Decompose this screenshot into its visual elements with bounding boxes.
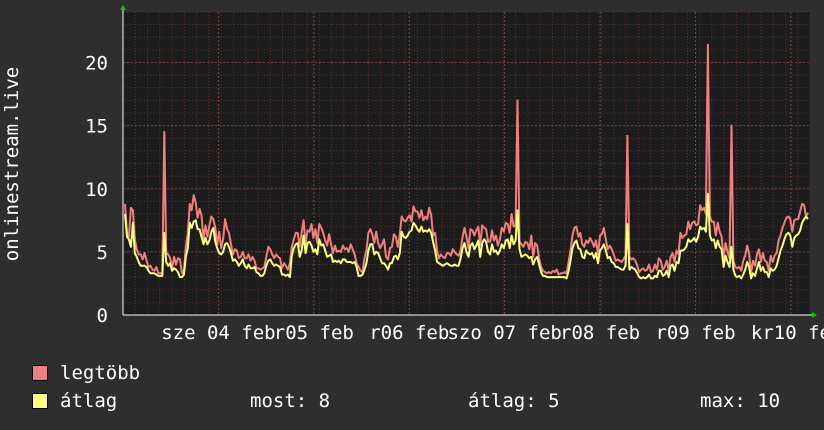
- legend-label-max: legtöbb: [60, 362, 141, 384]
- y-tick-label: 5: [97, 242, 108, 264]
- y-axis-label: onlinestream.live: [1, 67, 23, 261]
- y-tick-label: 10: [85, 179, 108, 201]
- x-tick-label: szo 07 feb: [447, 322, 561, 344]
- legend-item-avg: átlag: [32, 390, 117, 412]
- y-tick-label: 0: [97, 305, 108, 327]
- x-axis-arrow-icon: [812, 312, 817, 318]
- y-axis-arrow-icon: [120, 5, 126, 10]
- y-tick-label: 20: [85, 53, 108, 75]
- x-tick-label: sze 04 feb: [161, 322, 275, 344]
- legend-swatch: [32, 365, 48, 381]
- stat-max: max: 10: [700, 390, 781, 412]
- legend-item-max: legtöbb: [32, 362, 140, 384]
- y-tick-label: 15: [85, 116, 108, 138]
- x-tick-label: r08 feb: [560, 322, 640, 344]
- x-tick-label: r05 feb: [274, 322, 354, 344]
- x-tick-label: r09 feb: [655, 322, 735, 344]
- x-tick-label: kr10 fe: [751, 322, 824, 344]
- legend-label-avg: átlag: [60, 390, 118, 412]
- stat-now: most: 8: [250, 390, 331, 412]
- chart: 0 5 10 15 20 sze 04 febr05 feb r06 febszo 07 …: [1, 5, 824, 344]
- legend-swatch: [32, 393, 48, 409]
- x-tick-label: r06 feb: [369, 322, 449, 344]
- stat-average: átlag: 5: [468, 390, 560, 412]
